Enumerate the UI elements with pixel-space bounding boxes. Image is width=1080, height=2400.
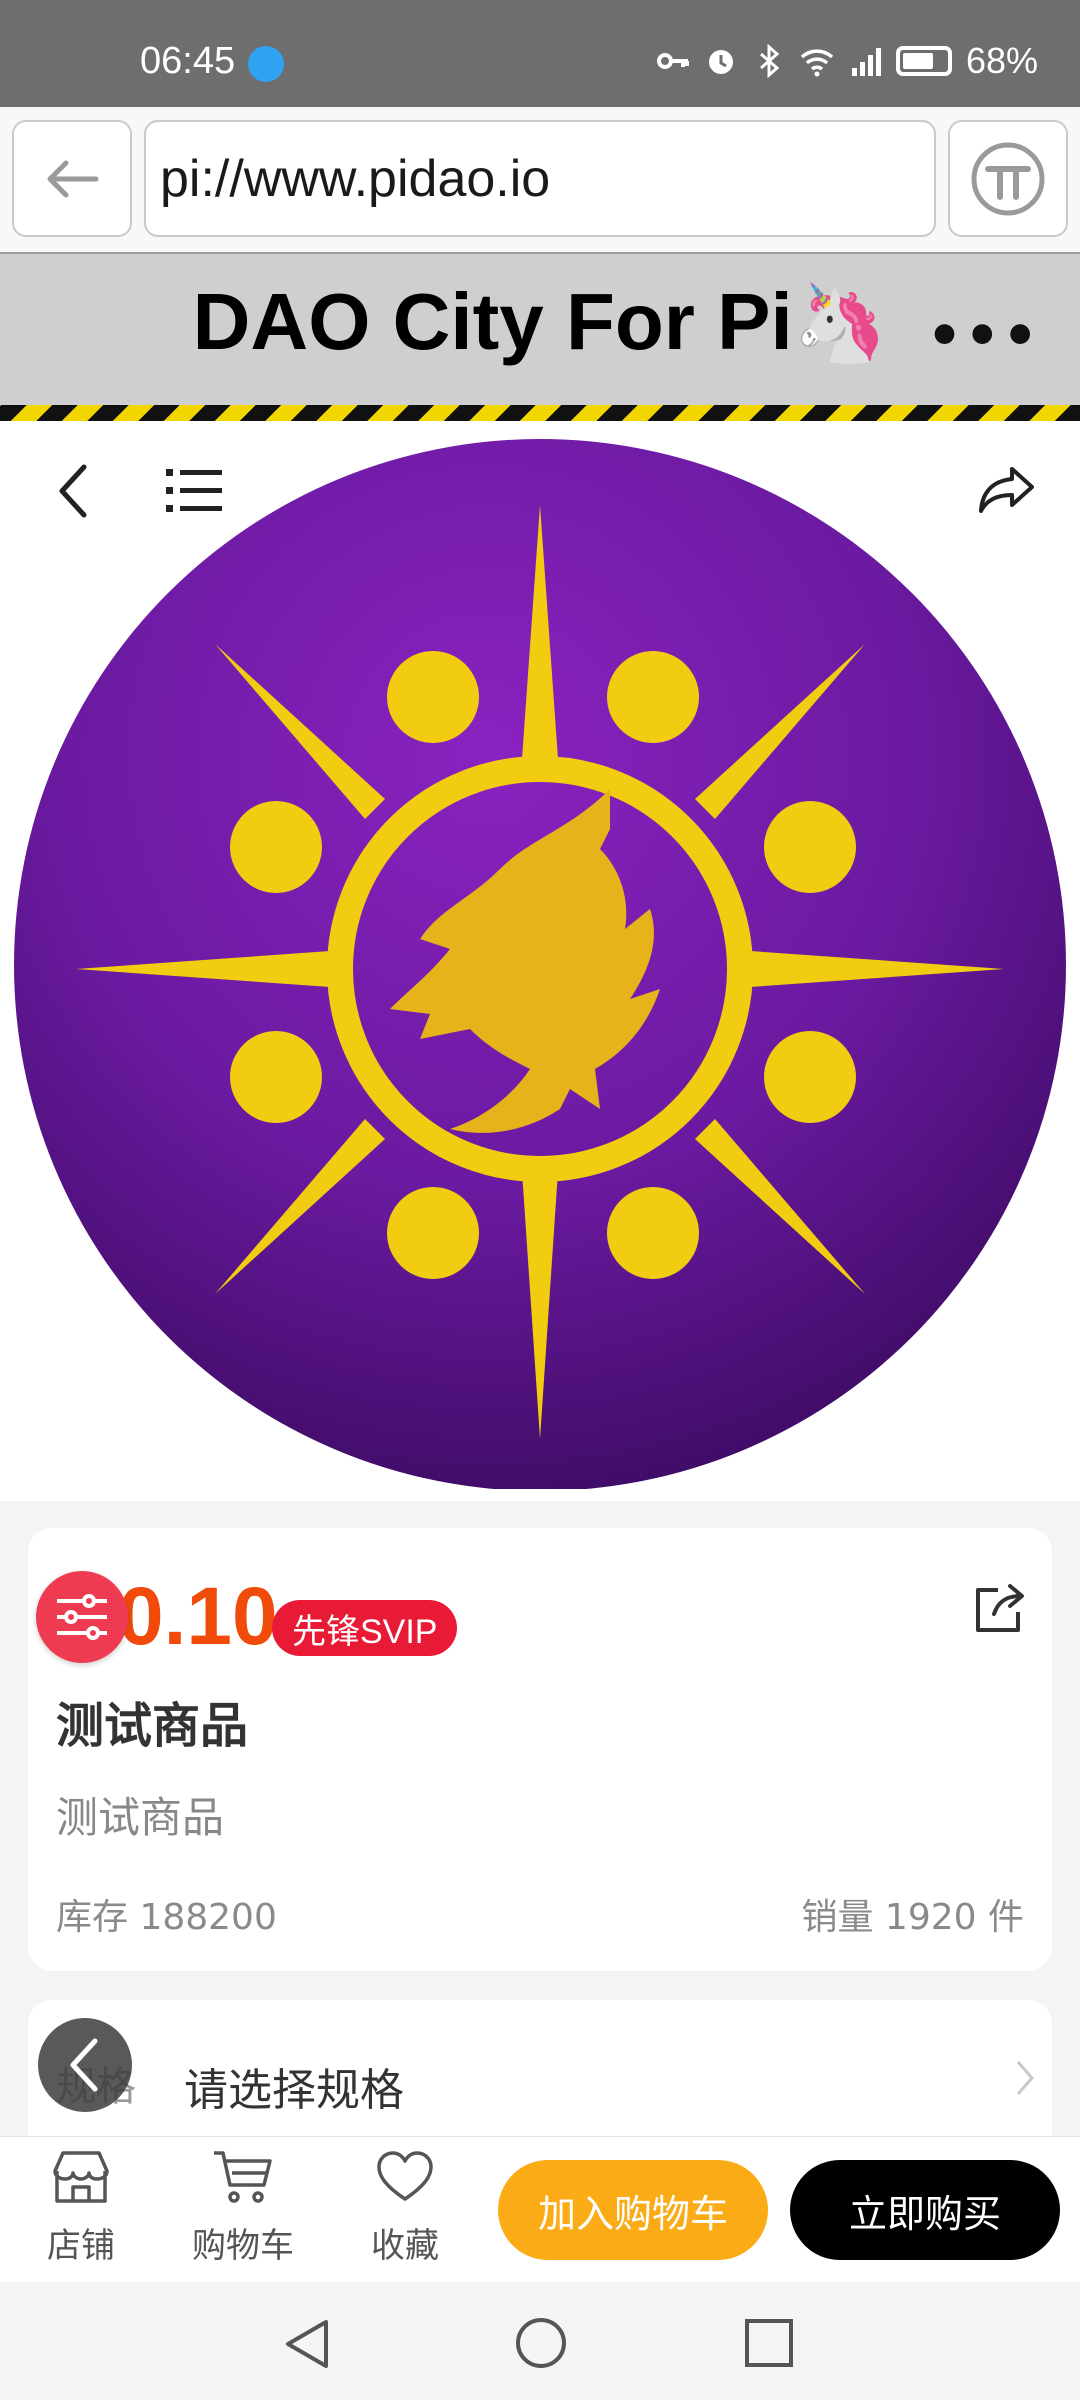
svip-badge: 先锋SVIP — [272, 1600, 458, 1656]
status-bar: 06:45 68% — [0, 0, 1080, 107]
sales-count: 销量 1920 件 — [801, 1897, 1024, 1938]
list-menu-icon[interactable] — [166, 467, 222, 515]
spec-selector-row[interactable]: 规格 请选择规格 — [28, 2000, 1052, 2136]
wifi-icon — [800, 49, 834, 77]
store-icon — [53, 2151, 109, 2203]
more-menu-button[interactable]: ••• — [927, 304, 1040, 369]
dragon-sun-logo-image — [14, 439, 1066, 1489]
pi-browser-button[interactable] — [948, 120, 1068, 237]
site-header: DAO City For Pi🦄 ••• — [0, 252, 1080, 407]
bluetooth-icon — [759, 44, 780, 78]
share-arrow-icon[interactable] — [978, 465, 1036, 515]
cart-button[interactable]: 购物车 — [178, 2149, 308, 2267]
back-chevron-icon[interactable] — [54, 461, 94, 521]
favorite-label: 收藏 — [371, 2226, 439, 2266]
alarm-icon — [708, 50, 733, 74]
key-icon — [656, 53, 689, 69]
product-info-card: 0.10 先锋SVIP 测试商品 测试商品 库存 188200 销量 1920 … — [28, 1528, 1052, 1971]
arrow-left-icon — [47, 160, 99, 197]
buy-now-button[interactable]: 立即购买 — [790, 2160, 1060, 2260]
hazard-stripe-divider — [0, 405, 1080, 421]
product-description: 测试商品 — [56, 1793, 225, 1842]
url-input[interactable]: pi://www.pidao.io — [144, 120, 936, 237]
bottom-action-bar: 店铺 购物车 收藏 加入购物车 立即购买 — [0, 2136, 1080, 2282]
floating-back-button[interactable] — [38, 2018, 132, 2112]
site-title-text: DAO City For Pi — [192, 277, 793, 366]
product-image-area — [0, 421, 1080, 1501]
favorite-button[interactable]: 收藏 — [340, 2149, 470, 2267]
filter-floating-button[interactable] — [36, 1571, 128, 1663]
chevron-right-icon — [1016, 2061, 1034, 2095]
add-to-cart-button[interactable]: 加入购物车 — [498, 2160, 768, 2260]
status-time: 06:45 — [140, 40, 236, 82]
unicorn-icon: 🦄 — [792, 281, 888, 366]
product-price: 0.10 — [118, 1571, 278, 1662]
status-icons: 68% — [656, 40, 1038, 82]
browser-back-button[interactable] — [12, 120, 132, 237]
nav-back-icon[interactable] — [282, 2318, 332, 2370]
shopping-cart-icon — [214, 2151, 272, 2203]
signal-icon — [851, 48, 881, 76]
stock-count: 库存 188200 — [56, 1897, 277, 1938]
product-name: 测试商品 — [56, 1698, 249, 1754]
store-label: 店铺 — [47, 2226, 115, 2266]
browser-toolbar: pi://www.pidao.io — [0, 107, 1080, 252]
notification-app-icon — [248, 46, 284, 82]
share-box-icon[interactable] — [972, 1582, 1028, 1634]
nav-home-icon[interactable] — [514, 2316, 568, 2370]
spec-value: 请选择规格 — [184, 2065, 404, 2116]
chevron-left-icon — [70, 2038, 98, 2092]
cart-label: 购物车 — [192, 2226, 294, 2266]
battery-icon — [895, 46, 952, 76]
store-button[interactable]: 店铺 — [16, 2149, 146, 2267]
sliders-icon — [57, 1594, 107, 1640]
pi-logo-icon — [971, 142, 1045, 215]
heart-icon — [377, 2151, 433, 2201]
system-navigation-bar — [0, 2282, 1080, 2400]
site-title: DAO City For Pi🦄 — [0, 276, 1080, 368]
nav-recents-icon[interactable] — [744, 2318, 794, 2368]
battery-level: 68% — [965, 40, 1038, 81]
